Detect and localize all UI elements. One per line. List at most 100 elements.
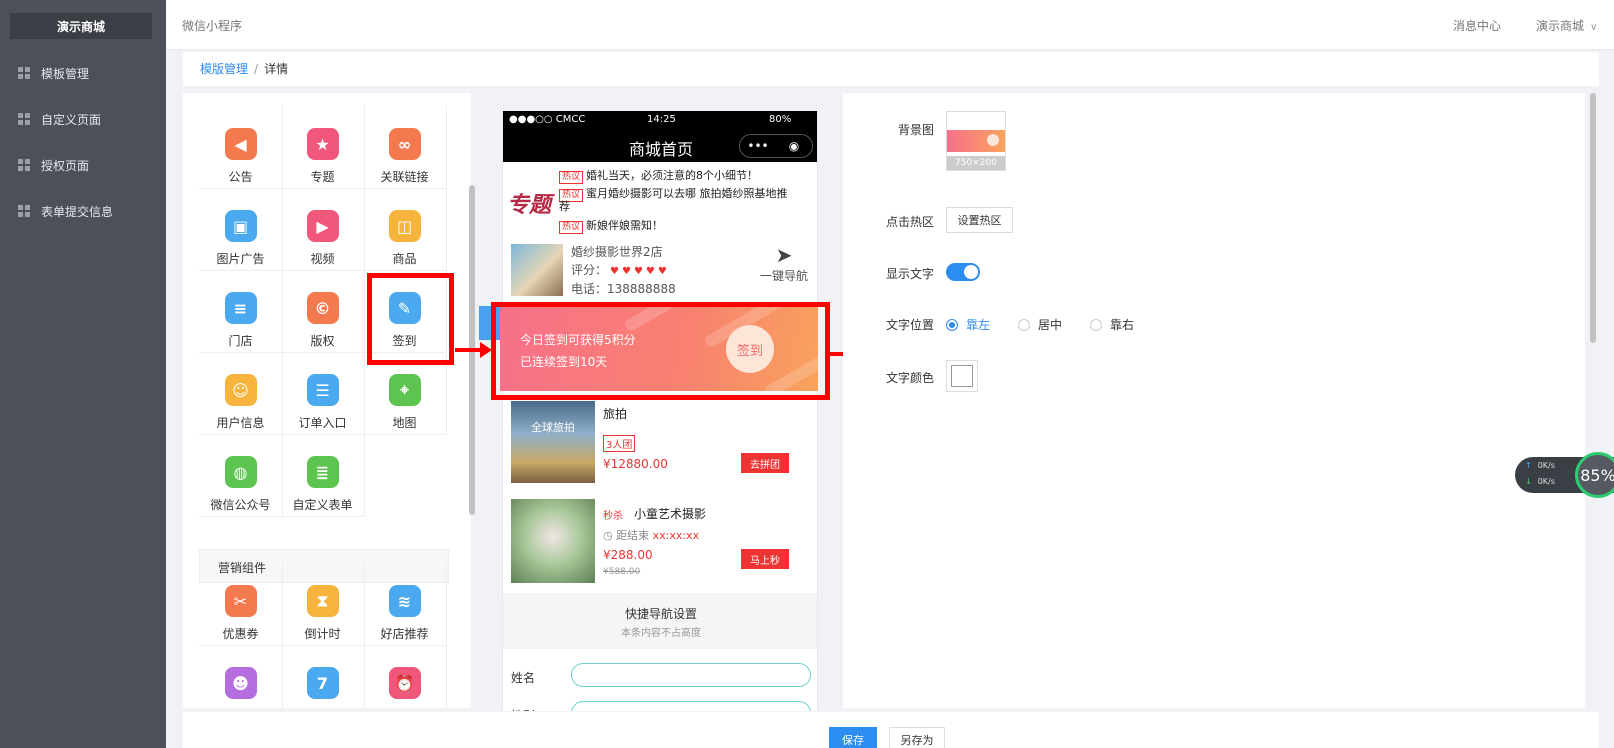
user-card-icon: ☺ (224, 374, 257, 406)
second-input[interactable] (571, 701, 811, 711)
brand-title[interactable]: 演示商城 (10, 13, 152, 39)
store-icon: ≡ (224, 292, 257, 324)
flash-price: ¥288.00 (603, 548, 653, 562)
radio-align-left[interactable]: 靠左 (946, 316, 990, 333)
sidebar-item-form-submissions[interactable]: 表单提交信息 (0, 190, 166, 232)
breadcrumb-link[interactable]: 模版管理 (200, 62, 248, 76)
flash-sale-item[interactable]: 秒杀 小童艺术摄影 ◷ 距结束 xx:xx:xx ¥288.00 ¥588.00… (503, 499, 817, 585)
sidebar-item-custom-page[interactable]: 自定义页面 (0, 98, 166, 140)
name-input[interactable] (571, 663, 811, 687)
settings-scrollbar[interactable] (1590, 93, 1596, 343)
highlight-box-signin-component (367, 273, 454, 365)
component-basic-0[interactable]: ◀ 公告 (199, 105, 283, 189)
store-card[interactable]: 婚纱摄影世界2店 评分： ♥♥♥♥♥ 电话：138888888 ➤ 一键导航 (503, 241, 817, 299)
sidebar-item-template-manage[interactable]: 模板管理 (0, 52, 166, 94)
show-text-label: 显示文字 (885, 267, 934, 281)
message-center-link[interactable]: 消息中心 (1453, 17, 1501, 34)
megaphone-icon: ◀ (224, 128, 257, 160)
quick-nav-block[interactable]: 快捷导航设置 本条内容不占高度 (503, 593, 817, 649)
group-price: ¥12880.00 (603, 457, 668, 471)
countdown-label: 距结束 (616, 529, 650, 542)
component-label: 关联链接 (380, 170, 429, 184)
link-icon: ∞ (388, 128, 421, 160)
component-basic-12[interactable]: ◍ 微信公众号 (199, 433, 283, 517)
phone-navbar: 商城首页 ••• ◉ (503, 129, 817, 162)
status-bar: ●●●○○ CMCC 14:25 80% (503, 111, 817, 129)
news-block[interactable]: 专题 热议 婚礼当天，必须注意的8个小细节！ 热议 蜜月婚纱摄影可以去哪 旅拍婚纱照… (503, 165, 817, 235)
form-row-name: 姓名 (511, 663, 811, 689)
sidebar-item-auth-page[interactable]: 授权页面 (0, 144, 166, 186)
component-basic-7[interactable]: © 版权 (281, 269, 365, 353)
radio-align-right[interactable]: 靠右 (1090, 316, 1134, 333)
radio-label: 居中 (1038, 318, 1063, 332)
group-buy-item[interactable]: 全球旅拍 旅拍 3人团 ¥12880.00 去拼团 (503, 401, 817, 491)
phone-preview: ●●●○○ CMCC 14:25 80% 商城首页 ••• ◉ 专题 热议 婚礼当… (502, 111, 818, 711)
app-title: 微信小程序 (182, 19, 243, 33)
component-marketing-3[interactable]: ☻ (199, 644, 283, 708)
component-marketing-1[interactable]: ⧗ 倒计时 (281, 562, 365, 646)
sidebar-item-label: 自定义页面 (41, 112, 102, 127)
buy-now-button[interactable]: 马上秒 (741, 549, 789, 569)
settings-panel (843, 93, 1585, 708)
close-circle-icon[interactable]: ◉ (776, 135, 812, 157)
quick-nav-subtitle: 本条内容不占高度 (621, 628, 701, 639)
component-label: 图片广告 (216, 252, 265, 266)
countdown-time: xx:xx:xx (652, 529, 700, 542)
component-basic-3[interactable]: ▣ 图片广告 (199, 187, 283, 271)
component-label: 用户信息 (216, 416, 265, 430)
component-basic-1[interactable]: ★ 专题 (281, 105, 365, 189)
group-icon: ☻ (224, 667, 257, 699)
text-color-picker[interactable] (946, 360, 978, 392)
news-item[interactable]: 热议 新娘伴娘需知！ (559, 217, 663, 234)
component-basic-5[interactable]: ◫ 商品 (363, 187, 447, 271)
component-label: 专题 (310, 170, 335, 184)
radio-label: 靠左 (966, 318, 991, 332)
component-marketing-5[interactable]: ⏰ (363, 644, 447, 708)
network-monitor-widget[interactable]: ↑ 0K/s ↓ 0K/s 85% (1515, 452, 1614, 498)
component-basic-13[interactable]: ≣ 自定义表单 (281, 433, 365, 517)
component-basic-9[interactable]: ☺ 用户信息 (199, 351, 283, 435)
join-group-button[interactable]: 去拼团 (741, 453, 789, 473)
highlight-box-signin-preview (491, 302, 830, 400)
component-label: 微信公众号 (210, 498, 271, 512)
bg-image-upload[interactable]: 750×200 (946, 111, 1006, 171)
show-text-toggle[interactable] (946, 263, 980, 281)
component-label: 倒计时 (304, 627, 341, 641)
mini-program-capsule[interactable]: ••• ◉ (739, 134, 813, 158)
battery-text: 80% (769, 114, 792, 125)
news-item[interactable]: 热议 婚礼当天，必须注意的8个小细节！ (559, 167, 758, 184)
radio-align-center[interactable]: 居中 (1018, 316, 1062, 333)
component-marketing-4[interactable]: 7 (281, 644, 365, 708)
top-bar: 微信小程序 消息中心 演示商城 ∨ (166, 0, 1614, 50)
radio-circle (1018, 318, 1030, 331)
sidebar-item-label: 授权页面 (41, 158, 90, 173)
component-marketing-0[interactable]: ✂ 优惠券 (199, 562, 283, 646)
text-position-label: 文字位置 (885, 318, 934, 332)
bag-icon: ◫ (388, 210, 421, 242)
sidebar-item-label: 表单提交信息 (41, 204, 114, 219)
news-item[interactable]: 热议 蜜月婚纱摄影可以去哪 旅拍婚纱照基地推 (559, 185, 788, 202)
bg-size-caption: 750×200 (947, 156, 1005, 170)
breadcrumb: 模版管理 / 详情 (200, 60, 288, 77)
text-color-label: 文字颜色 (885, 371, 934, 385)
component-label: 优惠券 (222, 627, 259, 641)
navigate-button[interactable]: ➤ 一键导航 (756, 243, 812, 284)
component-label: 地图 (392, 416, 417, 430)
news-text: 新娘伴娘需知！ (586, 219, 664, 232)
calendar-icon: 7 (306, 667, 339, 699)
hourglass-icon: ⧗ (306, 585, 339, 617)
component-basic-10[interactable]: ☰ 订单入口 (281, 351, 365, 435)
status-time: 14:25 (647, 114, 676, 125)
component-basic-2[interactable]: ∞ 关联链接 (363, 105, 447, 189)
save-button[interactable]: 保存 (829, 727, 877, 748)
carrier-text: ●●●○○ CMCC (509, 114, 586, 125)
shop-menu[interactable]: 演示商城 ∨ (1536, 17, 1597, 34)
component-basic-4[interactable]: ▶ 视频 (281, 187, 365, 271)
save-as-button[interactable]: 另存为 (889, 727, 945, 748)
set-hotspot-button[interactable]: 设置热区 (946, 207, 1013, 233)
more-icon[interactable]: ••• (740, 135, 776, 157)
component-basic-6[interactable]: ≡ 门店 (199, 269, 283, 353)
component-marketing-2[interactable]: ≋ 好店推荐 (363, 562, 447, 646)
breadcrumb-separator: / (254, 62, 259, 76)
navigate-label: 一键导航 (759, 269, 808, 283)
